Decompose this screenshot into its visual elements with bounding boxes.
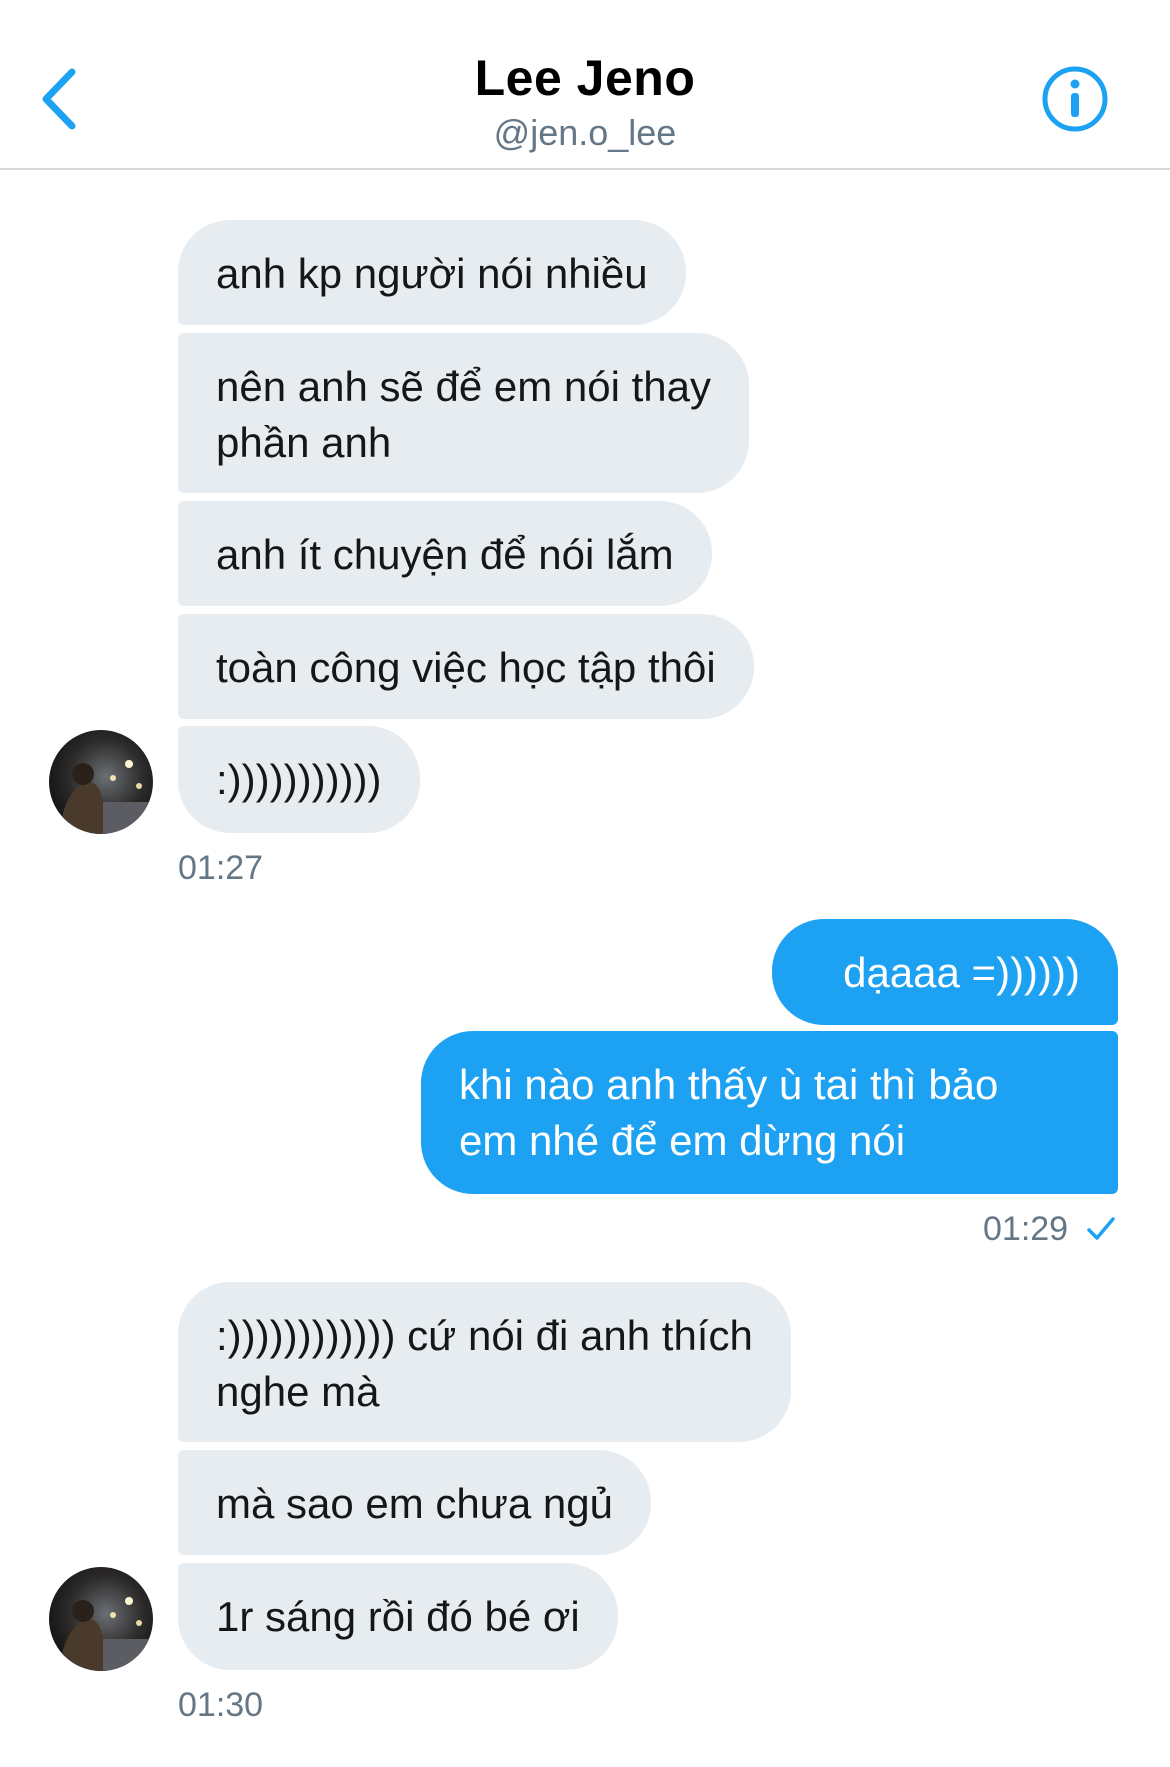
info-button[interactable]: [1040, 64, 1110, 134]
contact-handle[interactable]: @jen.o_lee: [0, 112, 1170, 154]
message-bubble-incoming[interactable]: toàn công việc học tập thôi: [178, 614, 754, 719]
message-bubble-outgoing[interactable]: khi nào anh thấy ù tai thì bảo em nhé để…: [421, 1031, 1118, 1194]
message-timestamp: 01:30: [178, 1686, 264, 1724]
message-bubble-incoming[interactable]: 1r sáng rồi đó bé ơi: [178, 1563, 618, 1670]
message-bubble-incoming[interactable]: nên anh sẽ để em nói thay phần anh: [178, 333, 750, 493]
message-bubble-incoming[interactable]: :)))))))))))) cứ nói đi anh thích nghe m…: [178, 1282, 791, 1442]
message-bubble-outgoing[interactable]: dạaaa =)))))): [772, 919, 1118, 1025]
conversation-header: Lee Jeno @jen.o_lee: [0, 0, 1170, 170]
message-timestamp: 01:27: [178, 849, 264, 887]
message-timestamp: 01:29: [983, 1210, 1069, 1248]
message-bubble-incoming[interactable]: anh kp người nói nhiều: [178, 220, 686, 325]
avatar[interactable]: [49, 730, 153, 834]
message-bubble-incoming[interactable]: :))))))))))): [178, 726, 420, 833]
avatar[interactable]: [49, 1567, 153, 1671]
contact-name[interactable]: Lee Jeno: [0, 48, 1170, 108]
info-icon: [1042, 66, 1108, 132]
checkmark-icon: [1087, 1217, 1115, 1240]
message-bubble-incoming[interactable]: mà sao em chưa ngủ: [178, 1450, 651, 1555]
message-bubble-incoming[interactable]: anh ít chuyện để nói lắm: [178, 501, 712, 606]
